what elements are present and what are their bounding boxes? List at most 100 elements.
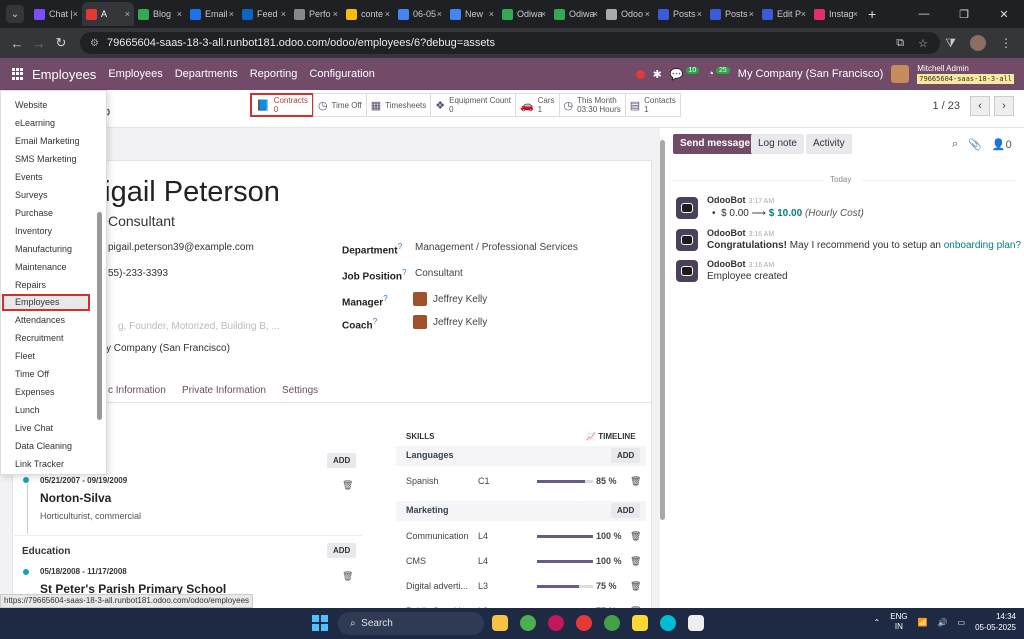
coach-field[interactable]: Jeffrey Kelly <box>413 315 487 329</box>
taskbar-search[interactable]: ⌕ Search <box>338 612 484 635</box>
company-switcher[interactable]: My Company (San Francisco) <box>738 68 884 80</box>
job-position-field[interactable]: Consultant <box>415 268 463 279</box>
app-menu-item-employees[interactable]: Employees <box>2 294 90 311</box>
bookmark-star-icon[interactable]: ☆ <box>918 37 928 50</box>
chrome-icon[interactable] <box>520 615 536 631</box>
app-menu-item-sms-marketing[interactable]: SMS Marketing <box>15 154 77 164</box>
snipping-tool-icon[interactable] <box>688 615 704 631</box>
dropdown-scrollbar[interactable] <box>97 212 102 420</box>
back-icon[interactable]: ← <box>6 36 28 51</box>
app-menu-item-data-cleaning[interactable]: Data Cleaning <box>15 441 72 451</box>
minimize-icon[interactable]: — <box>904 8 944 20</box>
tab-settings[interactable]: Settings <box>282 385 318 396</box>
tab-private-information[interactable]: Private Information <box>182 385 266 396</box>
menu-employees[interactable]: Employees <box>108 68 162 80</box>
forward-icon[interactable]: → <box>28 36 50 51</box>
close-tab-icon[interactable]: × <box>541 9 546 19</box>
pager-next-button[interactable]: › <box>994 96 1014 116</box>
app-menu-item-events[interactable]: Events <box>15 172 43 182</box>
close-tab-icon[interactable]: × <box>125 9 130 19</box>
close-tab-icon[interactable]: × <box>437 9 442 19</box>
app-name[interactable]: Employees <box>32 67 96 82</box>
menu-reporting[interactable]: Reporting <box>250 68 298 80</box>
timeline-button[interactable]: 📈 TIMELINE <box>586 432 636 441</box>
messages-icon[interactable]: 💬 <box>670 68 684 81</box>
app-menu-item-link-tracker[interactable]: Link Tracker <box>15 459 64 469</box>
app-menu-item-surveys[interactable]: Surveys <box>15 190 48 200</box>
volume-icon[interactable]: 🔊 <box>938 618 948 627</box>
chrome-icon[interactable] <box>604 615 620 631</box>
browser-menu-icon[interactable]: ⋮ <box>1000 36 1012 50</box>
resume-add-button[interactable]: ADD <box>327 453 357 468</box>
employee-job-title[interactable]: Consultant <box>108 213 175 229</box>
app-menu-item-purchase[interactable]: Purchase <box>15 208 53 218</box>
browser-tab[interactable]: Instag × <box>810 2 862 26</box>
browser-tab[interactable]: Edit P × <box>758 2 810 26</box>
browser-tab[interactable]: conte × <box>342 2 394 26</box>
app-menu-item-live-chat[interactable]: Live Chat <box>15 423 53 433</box>
send-message-button[interactable]: Send message <box>673 134 758 154</box>
app-menu-item-lunch[interactable]: Lunch <box>15 405 40 415</box>
zoom-icon[interactable] <box>660 615 676 631</box>
work-phone-field[interactable]: 55)-233-3393 <box>108 268 168 279</box>
tab-search-icon[interactable]: ⌄ <box>6 5 24 23</box>
log-note-button[interactable]: Log note <box>751 134 804 154</box>
smart-button-time-off[interactable]: ◷ Time Off <box>312 93 367 117</box>
skill-row[interactable]: Digital adverti... L3 75 % 🗑 <box>406 579 646 597</box>
profile-avatar[interactable] <box>970 35 986 51</box>
browser-tab[interactable]: Blog × <box>134 2 186 26</box>
onboarding-plan-link[interactable]: onboarding plan? <box>944 240 1021 251</box>
tab-work-information[interactable]: c Information <box>108 385 166 396</box>
menu-configuration[interactable]: Configuration <box>309 68 374 80</box>
user-menu[interactable]: Mitchell Admin 79665604-saas-18-3-all <box>917 64 1014 84</box>
browser-tab[interactable]: Feed × <box>238 2 290 26</box>
file-explorer-icon[interactable] <box>492 615 508 631</box>
app-menu-item-maintenance[interactable]: Maintenance <box>15 262 67 272</box>
chatter-scrollbar[interactable] <box>1016 135 1022 605</box>
follower-icon[interactable]: 👤0 <box>992 138 1012 151</box>
pager-value[interactable]: 1 / 23 <box>932 100 960 112</box>
app-menu-item-expenses[interactable]: Expenses <box>15 387 55 397</box>
search-icon[interactable]: ⌕ <box>952 138 958 151</box>
skill-add-button[interactable]: ADD <box>611 503 641 518</box>
address-bar[interactable]: ⚙ 79665604-saas-18-3-all.runbot181.odoo.… <box>80 32 940 54</box>
skill-row[interactable]: Spanish C1 85 % 🗑 <box>406 474 646 492</box>
close-tab-icon[interactable]: × <box>73 9 78 19</box>
language-indicator[interactable]: ENG IN <box>890 612 907 632</box>
smart-button-timesheets[interactable]: ▦ Timesheets <box>365 93 432 117</box>
app-menu-item-email-marketing[interactable]: Email Marketing <box>15 136 80 146</box>
skill-add-button[interactable]: ADD <box>611 448 641 463</box>
extensions-icon[interactable]: ⧩ <box>945 36 956 51</box>
experience-title[interactable]: Norton-Silva <box>40 491 111 505</box>
app-menu-item-inventory[interactable]: Inventory <box>15 226 52 236</box>
pager-previous-button[interactable]: ‹ <box>970 96 990 116</box>
app-menu-item-recruitment[interactable]: Recruitment <box>15 333 64 343</box>
apps-grid-icon[interactable] <box>12 68 24 80</box>
smart-button-cars[interactable]: 🚗 Cars 1 <box>514 93 560 117</box>
activity-button[interactable]: Activity <box>806 134 852 154</box>
manager-field[interactable]: Jeffrey Kelly <box>413 292 487 306</box>
trash-icon[interactable]: 🗑 <box>630 476 641 487</box>
menu-departments[interactable]: Departments <box>175 68 238 80</box>
close-tab-icon[interactable]: × <box>853 9 858 19</box>
browser-tab[interactable]: Perfo × <box>290 2 342 26</box>
close-tab-icon[interactable]: × <box>593 9 598 19</box>
windows-start-icon[interactable] <box>312 615 328 631</box>
browser-tab[interactable]: Odiwa × <box>498 2 550 26</box>
education-add-button[interactable]: ADD <box>327 543 357 558</box>
close-tab-icon[interactable]: × <box>385 9 390 19</box>
browser-tab[interactable]: Chat | × <box>30 2 82 26</box>
battery-icon[interactable]: ▭ <box>958 618 966 627</box>
record-icon[interactable] <box>635 69 645 79</box>
app-menu-item-website[interactable]: Website <box>15 100 47 110</box>
close-tab-icon[interactable]: × <box>281 9 286 19</box>
trash-icon[interactable]: 🗑 <box>342 480 353 491</box>
user-avatar[interactable] <box>891 65 910 83</box>
restore-icon[interactable]: ❐ <box>944 8 984 21</box>
close-tab-icon[interactable]: × <box>229 9 234 19</box>
app-menu-item-attendances[interactable]: Attendances <box>15 315 65 325</box>
employee-name[interactable]: bigail Peterson <box>88 176 280 209</box>
smart-button-contracts[interactable]: 📘 Contracts 0 <box>250 93 314 117</box>
wifi-icon[interactable]: 📶 <box>918 618 928 627</box>
close-tab-icon[interactable]: × <box>801 9 806 19</box>
